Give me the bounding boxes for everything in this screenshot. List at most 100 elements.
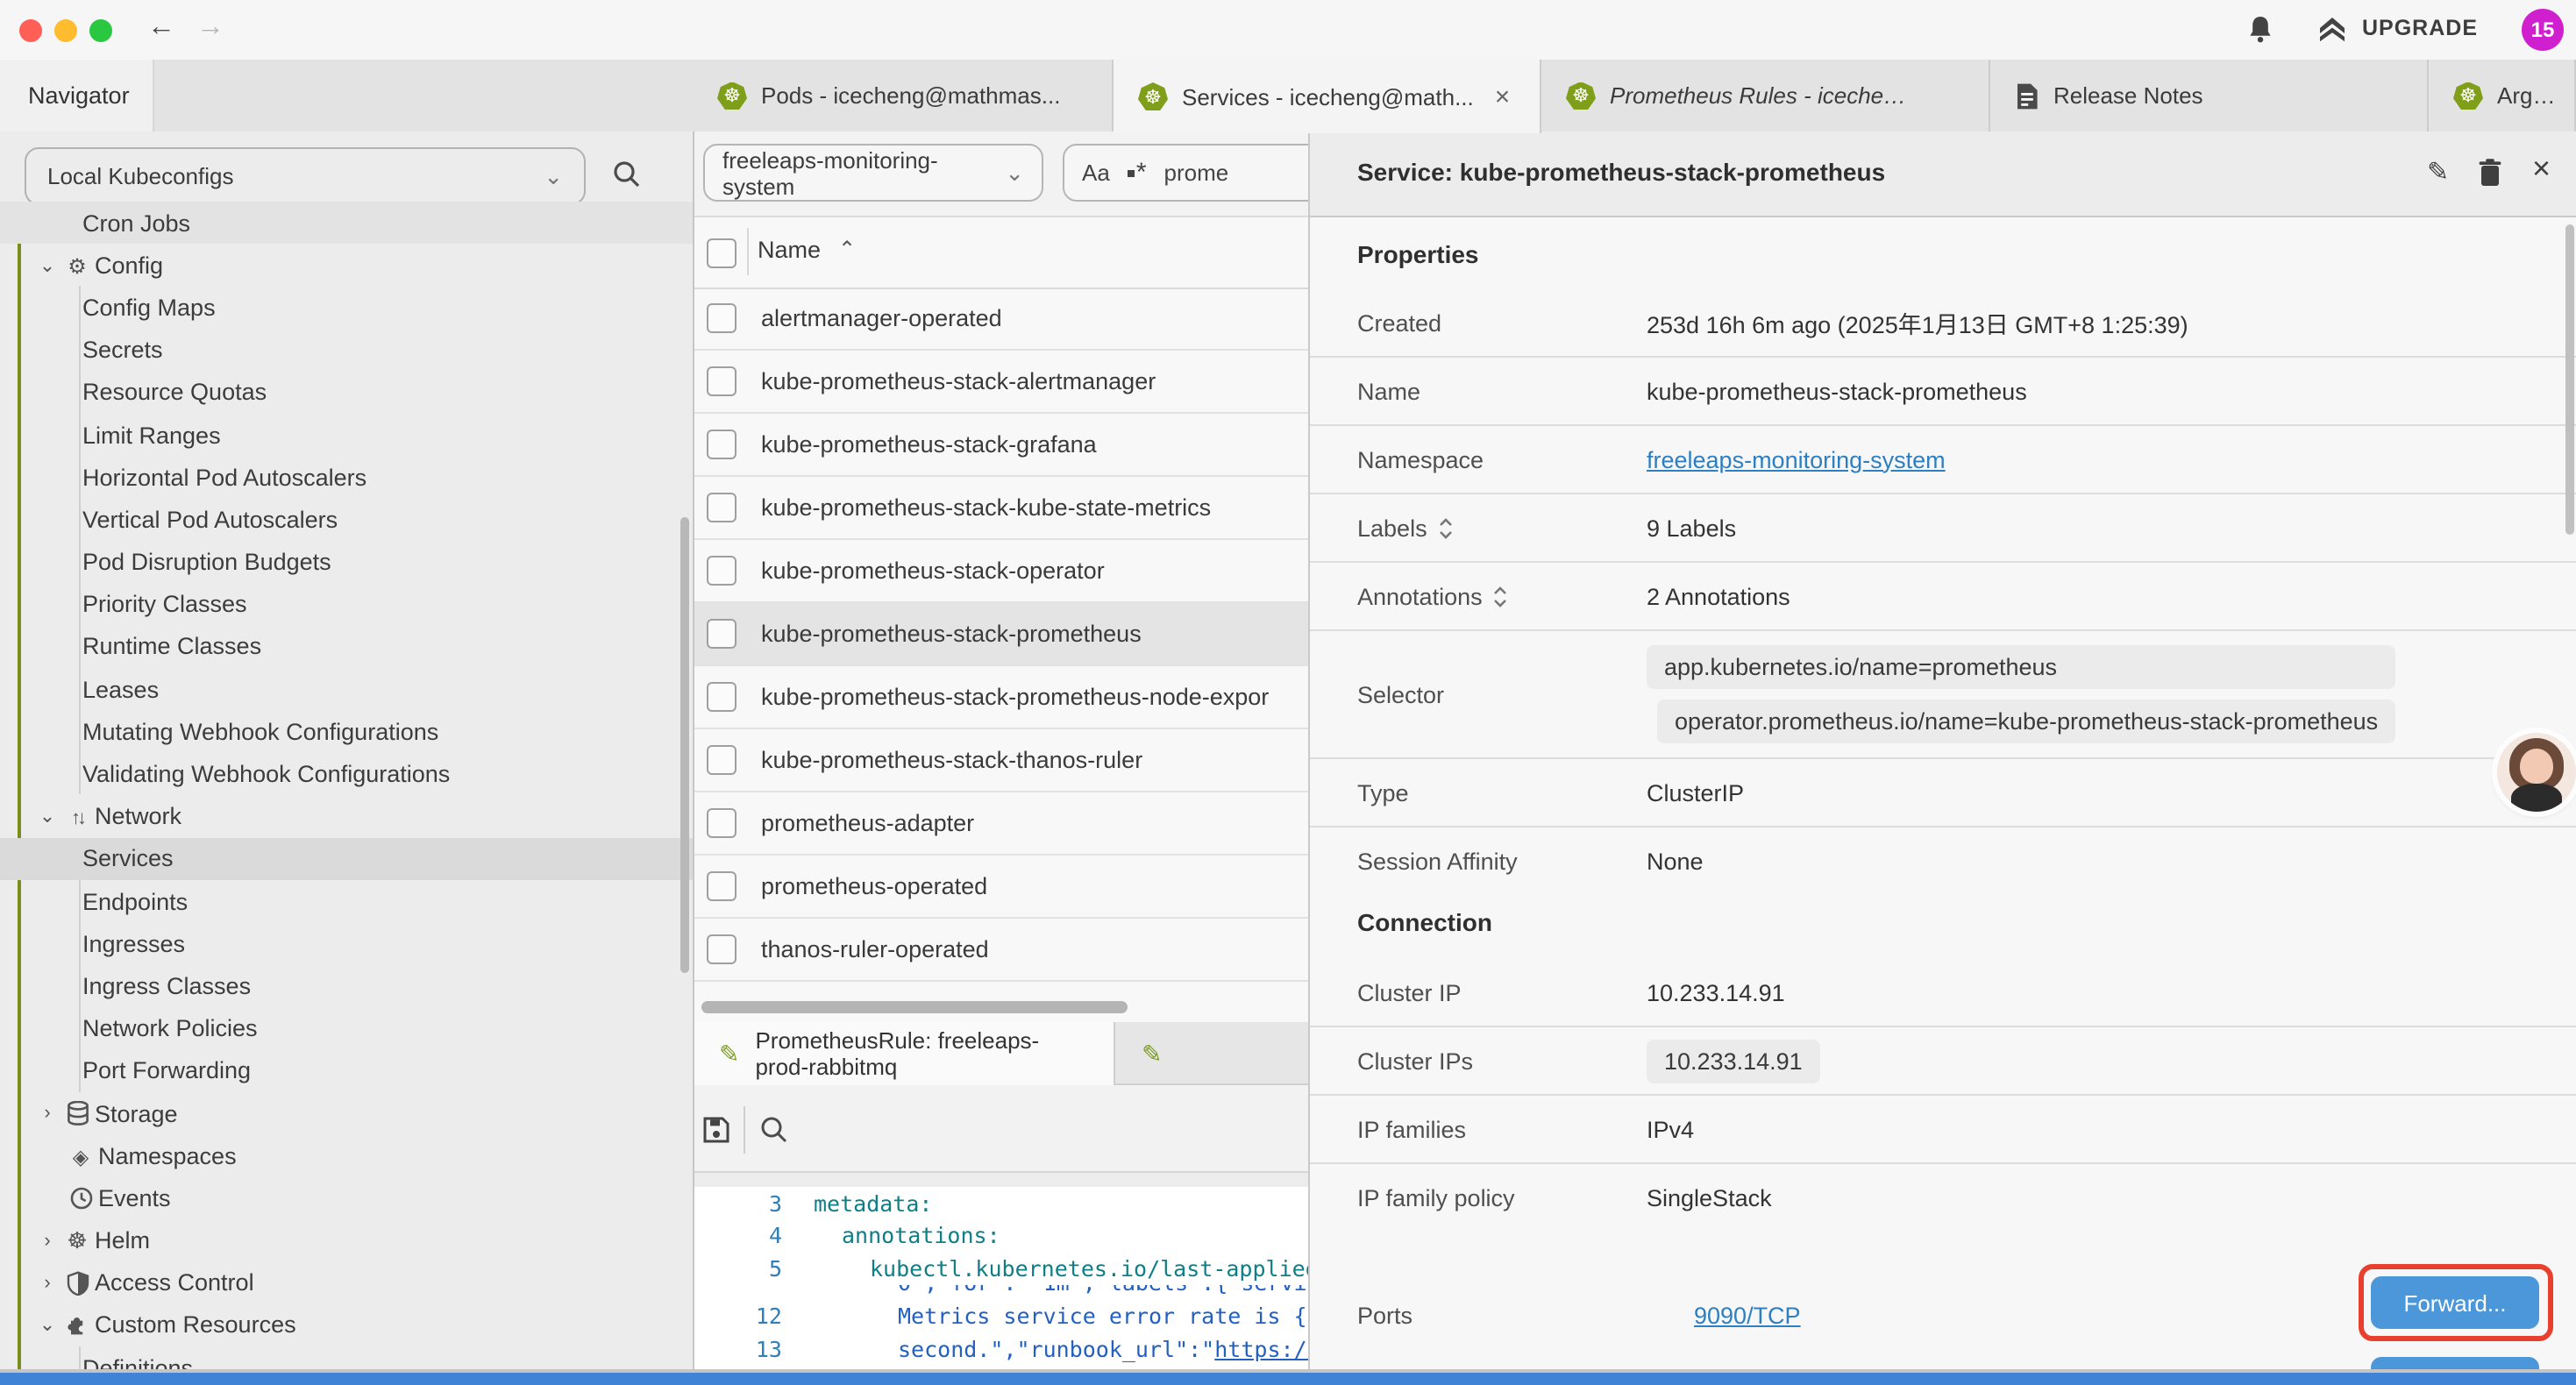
row-checkbox[interactable] bbox=[707, 430, 737, 459]
sidebar-item-leases[interactable]: Leases bbox=[0, 668, 693, 710]
row-checkbox[interactable] bbox=[707, 619, 737, 649]
sort-ascending-icon[interactable]: ⌃ bbox=[838, 237, 856, 261]
kubernetes-icon: ☸ bbox=[2453, 82, 2483, 110]
row-checkbox[interactable] bbox=[707, 745, 737, 775]
sidebar-scrollbar[interactable] bbox=[680, 517, 689, 973]
row-checkbox[interactable] bbox=[707, 871, 737, 901]
service-name: kube-prometheus-stack-alertmanager bbox=[761, 368, 1156, 394]
sidebar-item-config[interactable]: ⌄⚙Config bbox=[0, 244, 693, 286]
zoom-window-button[interactable] bbox=[89, 18, 112, 41]
match-case-toggle[interactable]: Aa bbox=[1082, 160, 1110, 186]
sidebar-item-validating-webhook-configurations[interactable]: Validating Webhook Configurations bbox=[0, 753, 693, 795]
horizontal-scrollbar[interactable] bbox=[701, 1001, 1128, 1013]
delete-trash-icon[interactable] bbox=[2478, 158, 2502, 188]
name-column-header[interactable]: Name bbox=[758, 237, 821, 263]
tab-label: Prometheus Rules - icecheng... bbox=[1610, 82, 1917, 109]
chevron-right-icon[interactable]: › bbox=[35, 1103, 60, 1124]
kubernetes-icon: ☸ bbox=[1138, 82, 1168, 110]
notifications-bell-icon[interactable] bbox=[2246, 14, 2274, 46]
forward-button[interactable]: → bbox=[196, 12, 224, 44]
sidebar-item-access-control[interactable]: ›Access Control bbox=[0, 1261, 693, 1303]
document-tab-prometheus[interactable]: ☸Prometheus Rules - icecheng... bbox=[1541, 60, 1990, 131]
filter-input[interactable]: Aa * prome bbox=[1063, 144, 1336, 202]
chevron-right-icon[interactable]: › bbox=[35, 1230, 60, 1251]
sidebar-item-vertical-pod-autoscalers[interactable]: Vertical Pod Autoscalers bbox=[0, 499, 693, 541]
document-tab-pods[interactable]: ☸Pods - icecheng@mathmas... bbox=[693, 60, 1114, 131]
service-name: kube-prometheus-stack-kube-state-metrics bbox=[761, 494, 1211, 521]
select-all-checkbox[interactable] bbox=[707, 238, 737, 268]
document-tab-services[interactable]: ☸Services - icecheng@math...× bbox=[1114, 60, 1541, 133]
resource-tree: Cron Jobs⌄⚙ConfigConfig MapsSecretsResou… bbox=[0, 202, 693, 1385]
sidebar-item-ingresses[interactable]: Ingresses bbox=[0, 922, 693, 964]
row-checkbox[interactable] bbox=[707, 682, 737, 712]
chevron-down-icon[interactable]: ⌄ bbox=[35, 254, 60, 277]
sidebar-item-priority-classes[interactable]: Priority Classes bbox=[0, 583, 693, 625]
namespace-link[interactable]: freeleaps-monitoring-system bbox=[1647, 446, 1946, 472]
search-icon[interactable] bbox=[612, 160, 642, 189]
sidebar-item-services[interactable]: Services bbox=[0, 838, 693, 880]
sidebar-item-runtime-classes[interactable]: Runtime Classes bbox=[0, 626, 693, 668]
back-button[interactable]: ← bbox=[147, 12, 175, 44]
sidebar-item-config-maps[interactable]: Config Maps bbox=[0, 287, 693, 329]
gears-icon: ⚙ bbox=[60, 254, 95, 277]
document-tab-release[interactable]: Release Notes bbox=[1990, 60, 2429, 131]
sidebar-item-cron-jobs[interactable]: Cron Jobs bbox=[0, 202, 693, 244]
sort-icon[interactable] bbox=[1438, 516, 1454, 539]
namespace-select-value: freeleaps-monitoring-system bbox=[722, 146, 1005, 199]
sidebar-item-endpoints[interactable]: Endpoints bbox=[0, 880, 693, 922]
sidebar-item-horizontal-pod-autoscalers[interactable]: Horizontal Pod Autoscalers bbox=[0, 456, 693, 498]
sidebar-item-storage[interactable]: ›Storage bbox=[0, 1092, 693, 1134]
sidebar-item-port-forwarding[interactable]: Port Forwarding bbox=[0, 1050, 693, 1092]
sidebar-item-secrets[interactable]: Secrets bbox=[0, 329, 693, 371]
sidebar-item-network-policies[interactable]: Network Policies bbox=[0, 1007, 693, 1049]
upgrade-chevrons-icon[interactable] bbox=[2315, 12, 2350, 47]
row-checkbox[interactable] bbox=[707, 808, 737, 838]
sidebar-item-ingress-classes[interactable]: Ingress Classes bbox=[0, 965, 693, 1007]
close-tab-icon[interactable]: × bbox=[1495, 82, 1511, 111]
row-checkbox[interactable] bbox=[707, 934, 737, 964]
editor-tab-prometheusrule[interactable]: ✎ PrometheusRule: freeleaps-prod-rabbitm… bbox=[694, 1022, 1115, 1085]
port-link-9090[interactable]: 9090/TCP bbox=[1694, 1303, 1801, 1329]
chevron-down-icon[interactable]: ⌄ bbox=[35, 1314, 60, 1337]
sidebar-item-label: Events bbox=[98, 1185, 171, 1211]
close-window-button[interactable] bbox=[19, 18, 42, 41]
sidebar-item-custom-resources[interactable]: ⌄ Custom Resources bbox=[0, 1304, 693, 1346]
sidebar-item-resource-quotas[interactable]: Resource Quotas bbox=[0, 372, 693, 414]
detail-row-value: kube-prometheus-stack-prometheus bbox=[1647, 378, 2027, 404]
row-checkbox[interactable] bbox=[707, 493, 737, 522]
sidebar-item-namespaces[interactable]: ◈Namespaces bbox=[0, 1134, 693, 1176]
value-chip: 10.233.14.91 bbox=[1647, 1039, 1820, 1083]
namespace-select[interactable]: freeleaps-monitoring-system ⌄ bbox=[703, 144, 1043, 202]
sidebar-item-events[interactable]: Events bbox=[0, 1177, 693, 1219]
detail-row-label: Selector bbox=[1310, 681, 1647, 707]
upgrade-button[interactable]: UPGRADE bbox=[2362, 16, 2478, 40]
sidebar-item-pod-disruption-budgets[interactable]: Pod Disruption Budgets bbox=[0, 541, 693, 583]
sidebar-item-label: Custom Resources bbox=[95, 1312, 296, 1339]
panel-scrollbar[interactable] bbox=[2565, 224, 2574, 535]
editor-search-icon[interactable] bbox=[759, 1115, 789, 1145]
notification-count-badge[interactable]: 15 bbox=[2522, 9, 2564, 51]
close-icon[interactable]: × bbox=[2532, 151, 2551, 188]
sidebar-item-network[interactable]: ⌄↑↓Network bbox=[0, 795, 693, 837]
edit-pencil-icon[interactable]: ✎ bbox=[2427, 156, 2449, 188]
row-checkbox[interactable] bbox=[707, 556, 737, 586]
sort-icon[interactable] bbox=[1493, 585, 1509, 607]
regex-toggle[interactable]: * bbox=[1128, 164, 1147, 181]
sidebar-item-label: Services bbox=[82, 846, 174, 872]
document-tab-argo[interactable]: ☸Argo Se bbox=[2429, 60, 2576, 131]
row-checkbox[interactable] bbox=[707, 366, 737, 396]
chevron-right-icon[interactable]: › bbox=[35, 1273, 60, 1294]
chevron-down-icon[interactable]: ⌄ bbox=[35, 805, 60, 827]
sidebar-item-limit-ranges[interactable]: Limit Ranges bbox=[0, 414, 693, 456]
save-icon[interactable] bbox=[701, 1115, 731, 1145]
row-checkbox[interactable] bbox=[707, 303, 737, 333]
service-name: kube-prometheus-stack-prometheus bbox=[761, 621, 1142, 647]
minimize-window-button[interactable] bbox=[54, 18, 77, 41]
kubeconfig-select[interactable]: Local Kubeconfigs ⌄ bbox=[25, 147, 586, 205]
forward-port-button-9090[interactable]: Forward... bbox=[2371, 1276, 2539, 1329]
detail-row-label: Name bbox=[1310, 378, 1647, 404]
assistant-avatar[interactable] bbox=[2497, 733, 2576, 812]
sidebar-item-helm[interactable]: ›☸Helm bbox=[0, 1219, 693, 1261]
sidebar-item-mutating-webhook-configurations[interactable]: Mutating Webhook Configurations bbox=[0, 711, 693, 753]
navigator-panel-tab[interactable]: Navigator bbox=[0, 60, 154, 131]
